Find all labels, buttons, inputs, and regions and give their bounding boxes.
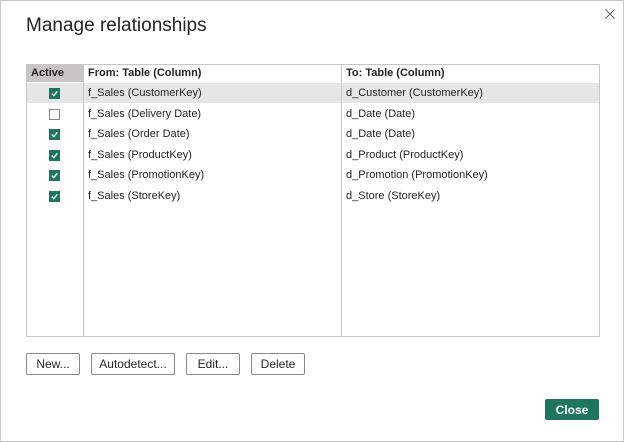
table-row[interactable]: f_Sales (CustomerKey) d_Customer (Custome…: [27, 83, 599, 103]
active-checkbox[interactable]: [49, 150, 60, 161]
to-column-cell: d_Store (StoreKey): [346, 190, 441, 202]
close-button[interactable]: Close: [545, 399, 599, 420]
active-checkbox[interactable]: [49, 109, 60, 120]
active-checkbox[interactable]: [49, 191, 60, 202]
to-column-cell: d_Date (Date): [346, 128, 416, 140]
table-row[interactable]: f_Sales (PromotionKey) d_Promotion (Promo…: [27, 165, 599, 185]
to-column-cell: d_Date (Date): [346, 108, 416, 120]
from-column-cell: f_Sales (ProductKey): [88, 149, 192, 161]
new-button[interactable]: New...: [26, 353, 80, 375]
edit-button[interactable]: Edit...: [186, 353, 240, 375]
manage-relationships-dialog: Manage relationships Active From: Table …: [0, 0, 624, 442]
column-divider: [83, 65, 84, 336]
autodetect-button[interactable]: Autodetect...: [91, 353, 175, 375]
close-icon[interactable]: [600, 4, 620, 24]
to-column-cell: d_Product (ProductKey): [346, 149, 464, 161]
active-checkbox[interactable]: [49, 170, 60, 181]
header-active: Active: [27, 65, 83, 82]
table-row[interactable]: f_Sales (ProductKey) d_Product (ProductKe…: [27, 145, 599, 165]
from-column-cell: f_Sales (Order Date): [88, 128, 190, 140]
delete-button[interactable]: Delete: [251, 353, 305, 375]
to-column-cell: d_Promotion (PromotionKey): [346, 169, 488, 181]
relationships-table: Active From: Table (Column) To: Table (C…: [26, 64, 600, 337]
table-row[interactable]: f_Sales (StoreKey) d_Store (StoreKey): [27, 186, 599, 206]
from-column-cell: f_Sales (CustomerKey): [88, 87, 202, 99]
from-column-cell: f_Sales (Delivery Date): [88, 108, 202, 120]
header-from: From: Table (Column): [88, 67, 202, 79]
from-column-cell: f_Sales (StoreKey): [88, 190, 181, 202]
to-column-cell: d_Customer (CustomerKey): [346, 87, 483, 99]
column-divider: [341, 65, 342, 336]
active-checkbox[interactable]: [49, 129, 60, 140]
from-column-cell: f_Sales (PromotionKey): [88, 169, 205, 181]
dialog-title: Manage relationships: [26, 15, 207, 36]
active-checkbox[interactable]: [49, 88, 60, 99]
table-row[interactable]: f_Sales (Order Date) d_Date (Date): [27, 124, 599, 144]
header-to: To: Table (Column): [346, 67, 445, 79]
table-row[interactable]: f_Sales (Delivery Date) d_Date (Date): [27, 104, 599, 124]
